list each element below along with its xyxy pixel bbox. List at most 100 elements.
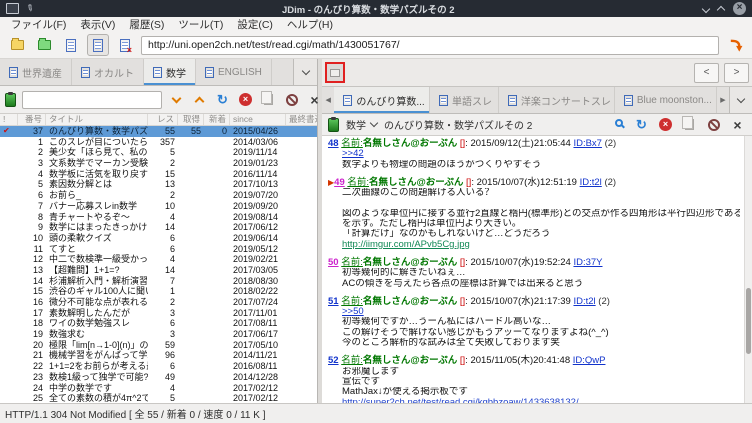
close-view-button[interactable] xyxy=(114,34,136,56)
anchor-link[interactable]: >>50 xyxy=(342,307,364,317)
anchor-link[interactable]: >>42 xyxy=(342,149,364,159)
stop-button[interactable] xyxy=(237,91,254,108)
thread-view-button[interactable] xyxy=(87,34,109,56)
open-boardlist-button[interactable] xyxy=(6,34,28,56)
tab[interactable]: オカルト xyxy=(72,59,144,85)
table-row[interactable]: 4 数学板に活気を取り戻すぞ 15 2016/11/14 xyxy=(0,169,317,180)
column-header[interactable]: 最終書込 xyxy=(286,114,317,125)
open-favorites-button[interactable] xyxy=(33,34,55,56)
thread-stop-button[interactable] xyxy=(657,116,674,133)
poster-name[interactable]: 名無しさん@おーぷん xyxy=(363,296,457,307)
thread-tab-list-button[interactable] xyxy=(729,87,752,113)
tab[interactable]: ENGLISH xyxy=(196,59,272,85)
board-view-button[interactable] xyxy=(60,34,82,56)
url-input[interactable] xyxy=(141,35,719,55)
menu-item[interactable]: 設定(C) xyxy=(230,17,280,32)
post-id-link[interactable]: ID:t2l xyxy=(580,177,602,188)
tab[interactable]: Blue moonston... xyxy=(615,87,717,113)
table-row[interactable]: 24 中学の数学です 4 2017/02/12 xyxy=(0,383,317,394)
table-row[interactable]: 19 数強求む 3 2017/06/17 xyxy=(0,329,317,340)
minimize-icon[interactable] xyxy=(701,4,711,13)
table-row[interactable]: 7 バナー応募スレin数学 10 2019/09/20 xyxy=(0,201,317,212)
tab-scroll-right-button[interactable]: ▶ xyxy=(717,87,729,113)
table-row[interactable]: 5 素因数分解とは 13 2017/10/13 xyxy=(0,179,317,190)
image-link[interactable]: http://iimgur.com/APvb5Cg.jpg xyxy=(342,240,470,250)
table-row[interactable]: 6 お前ら_ 2 2019/07/20 xyxy=(0,190,317,201)
column-header[interactable]: タイトル xyxy=(46,114,148,125)
board-tab-list-button[interactable] xyxy=(293,59,317,85)
menu-item[interactable]: ツール(T) xyxy=(171,17,230,32)
table-row[interactable]: 2 美少女「ほら見て、私のおま 5 2019/11/14 xyxy=(0,147,317,158)
post-id-link[interactable]: ID:QwP xyxy=(573,355,606,366)
column-header[interactable]: 取得 xyxy=(178,114,204,125)
tab-scroll-left-button[interactable]: ◀ xyxy=(322,87,334,113)
table-row[interactable]: 1 このスレが目についたら何か 357 2014/03/06 xyxy=(0,137,317,148)
thread-close-button[interactable] xyxy=(729,116,746,133)
post-number-link[interactable]: 52 xyxy=(328,355,339,366)
menu-item[interactable]: ファイル(F) xyxy=(4,17,73,32)
menu-item[interactable]: ヘルプ(H) xyxy=(280,17,340,32)
table-row[interactable]: 25 全ての素数の積が4π^2で 5 2017/02/12 xyxy=(0,393,317,403)
thread-search-button[interactable] xyxy=(609,116,626,133)
poster-name[interactable]: 名無しさん@おーぷん xyxy=(363,257,457,268)
thread-copy-button[interactable] xyxy=(681,116,698,133)
table-row[interactable]: 14 杉浦解析入門・解析演習を 7 2018/08/30 xyxy=(0,276,317,287)
table-row[interactable]: 8 青チャートやるぞ〜 4 2019/08/14 xyxy=(0,212,317,223)
pane-toggle-button[interactable] xyxy=(325,62,345,83)
tab[interactable]: 洋楽コンサートスレ xyxy=(499,87,615,113)
poster-name[interactable]: 名無しさん@おーぷん xyxy=(363,138,457,149)
poster-name[interactable]: 名無しさん@おーぷん xyxy=(369,177,463,188)
tab[interactable]: のんびり算数... xyxy=(334,87,430,113)
copy-button[interactable] xyxy=(260,91,277,108)
board-select[interactable]: 数学 xyxy=(346,117,379,132)
table-row[interactable]: 9 数学にはまったきっかけを教 14 2017/06/12 xyxy=(0,222,317,233)
scrollbar-thumb[interactable] xyxy=(746,288,751,354)
post-number-link[interactable]: 48 xyxy=(328,138,339,149)
thread-reload-button[interactable] xyxy=(633,116,650,133)
tab[interactable]: 数学 xyxy=(144,59,196,85)
history-forward-button[interactable]: > xyxy=(724,62,749,83)
post-id-link[interactable]: ID:Bx7 xyxy=(573,138,602,149)
post-id-link[interactable]: ID:37Y xyxy=(573,257,602,268)
tab[interactable]: 単語スレ xyxy=(430,87,499,113)
table-row[interactable]: 10 頭の柔軟クイズ 6 2019/06/14 xyxy=(0,233,317,244)
column-header[interactable]: 番号 xyxy=(18,114,46,125)
board-search-input[interactable] xyxy=(22,90,162,109)
close-icon[interactable]: × xyxy=(733,2,746,15)
table-row[interactable]: 13 【超難問】1+1=? 14 2017/03/05 xyxy=(0,265,317,276)
url-link[interactable]: http://super2ch.net/test/read.cgi/kqbbzo… xyxy=(342,398,579,403)
column-header[interactable]: since xyxy=(230,114,286,125)
reload-button[interactable] xyxy=(214,91,231,108)
table-row[interactable]: 20 極限「lim[n→1-0](n)」の結 59 2017/05/10 xyxy=(0,340,317,351)
column-header[interactable]: ! xyxy=(0,114,18,125)
abone-button[interactable] xyxy=(283,91,300,108)
table-row[interactable]: 11 てすと 6 2019/05/12 xyxy=(0,244,317,255)
post-id-link[interactable]: ID:t2l xyxy=(573,296,595,307)
search-next-button[interactable] xyxy=(168,91,185,108)
table-row[interactable]: 18 ワイの数学勉強スレ 6 2017/08/11 xyxy=(0,318,317,329)
table-row[interactable]: 3 文系数学でマーカン受験 2 2019/01/23 xyxy=(0,158,317,169)
table-row[interactable]: 17 素数解明したんだが 3 2017/11/01 xyxy=(0,308,317,319)
post-number-link[interactable]: 49 xyxy=(334,177,345,188)
table-row[interactable]: 22 1+1=2をお前らが考える最も 6 2016/08/11 xyxy=(0,361,317,372)
go-button[interactable] xyxy=(724,34,746,56)
table-row[interactable]: 12 中二で数検準一級受かった 4 2019/02/21 xyxy=(0,254,317,265)
column-header[interactable]: 新着 xyxy=(204,114,230,125)
history-back-button[interactable]: < xyxy=(694,62,719,83)
search-prev-button[interactable] xyxy=(191,91,208,108)
scrollbar[interactable] xyxy=(744,136,752,403)
table-row[interactable]: 16 微分不可能な点が表れる最 2 2017/07/24 xyxy=(0,297,317,308)
thread-abone-button[interactable] xyxy=(705,116,722,133)
table-row[interactable]: 21 機械学習をがんばって学ぶ 96 2014/11/21 xyxy=(0,350,317,361)
post-number-link[interactable]: 50 xyxy=(328,257,339,268)
tab[interactable]: 世界遺産 xyxy=(0,59,72,85)
table-row[interactable]: 23 数検1級って独学で可能? 49 2014/12/28 xyxy=(0,372,317,383)
post-number-link[interactable]: 51 xyxy=(328,296,339,307)
menu-item[interactable]: 表示(V) xyxy=(73,17,122,32)
table-row[interactable]: ✔ 37 のんびり算数・数学パズルその2 55 55 0 2015/04/26 xyxy=(0,126,317,137)
poster-name[interactable]: 名無しさん@おーぷん xyxy=(363,355,457,366)
menu-item[interactable]: 履歴(S) xyxy=(122,17,171,32)
maximize-icon[interactable] xyxy=(716,5,726,15)
table-row[interactable]: 15 渋谷のギャル100人に聞いた 1 2018/02/22 xyxy=(0,286,317,297)
column-header[interactable]: レス xyxy=(148,114,178,125)
